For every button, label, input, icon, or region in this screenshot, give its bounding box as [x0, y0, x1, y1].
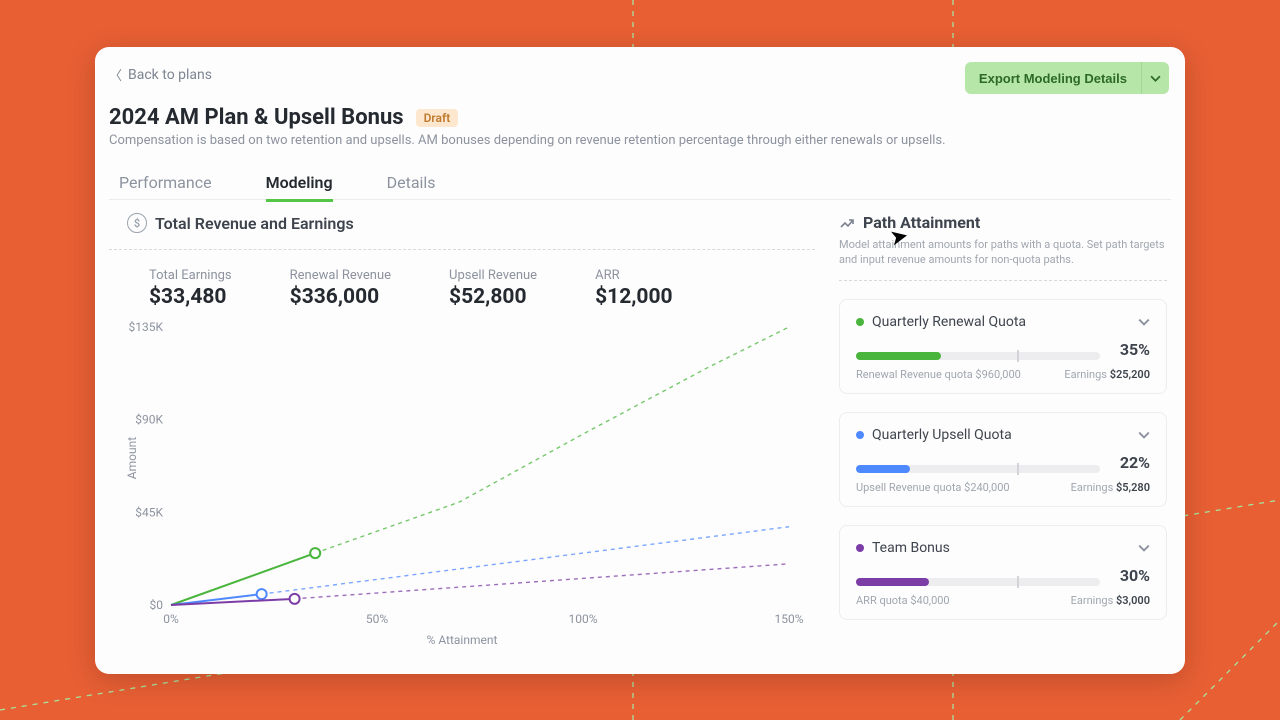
chevron-down-icon[interactable]: [1138, 542, 1150, 554]
export-group: Export Modeling Details: [965, 62, 1169, 94]
back-to-plans-link[interactable]: 〈 Back to plans: [109, 65, 212, 84]
status-badge: Draft: [416, 109, 459, 127]
earnings-text: Earnings $3,000: [1071, 594, 1150, 607]
revenue-section-title: $ Total Revenue and Earnings: [109, 213, 815, 233]
series-dot-icon: [856, 544, 864, 552]
svg-text:$0: $0: [150, 598, 164, 612]
kpi-total-earnings: Total Earnings $33,480: [149, 268, 232, 309]
progress-bar[interactable]: [856, 578, 1100, 586]
path-name: Quarterly Renewal Quota: [872, 314, 1130, 330]
kpi-label: Renewal Revenue: [290, 268, 391, 283]
svg-text:$135K: $135K: [128, 321, 163, 334]
chevron-down-icon: [1150, 73, 1161, 84]
earnings-text: Earnings $25,200: [1064, 368, 1150, 381]
path-card-team[interactable]: Team Bonus 30% ARR quota $40,000 Earnings $…: [839, 525, 1167, 620]
svg-text:$45K: $45K: [135, 505, 163, 519]
page-title-row: 2024 AM Plan & Upsell Bonus Draft: [109, 105, 458, 130]
kpi-label: Total Earnings: [149, 268, 232, 283]
back-label: Back to plans: [128, 67, 212, 83]
trend-up-icon: [839, 215, 855, 231]
tab-details[interactable]: Details: [387, 165, 436, 199]
tab-modeling[interactable]: Modeling: [266, 165, 333, 202]
chevron-left-icon: 〈: [109, 65, 122, 84]
chart-svg: $0 $45K $90K $135K 0% 50% 100% 150%: [109, 321, 815, 651]
revenue-title-text: Total Revenue and Earnings: [155, 214, 354, 233]
app-card: 〈 Back to plans Export Modeling Details …: [95, 47, 1185, 674]
path-percent: 22%: [1110, 453, 1150, 472]
kpi-value: $33,480: [149, 285, 232, 309]
quota-text: ARR quota $40,000: [856, 594, 950, 607]
attainment-chart: Amount $0$45K$90K$135K0%50%100%150% % At…: [109, 321, 815, 651]
kpi-label: Upsell Revenue: [449, 268, 537, 283]
kpi-arr: ARR $12,000: [595, 268, 672, 309]
path-name: Team Bonus: [872, 540, 1130, 556]
kpi-value: $12,000: [595, 285, 672, 309]
chevron-down-icon[interactable]: [1138, 429, 1150, 441]
svg-text:150%: 150%: [774, 612, 803, 626]
kpi-row: Total Earnings $33,480 Renewal Revenue $…: [109, 250, 815, 309]
tab-performance[interactable]: Performance: [119, 165, 212, 199]
kpi-value: $52,800: [449, 285, 537, 309]
kpi-renewal-revenue: Renewal Revenue $336,000: [290, 268, 391, 309]
quota-text: Renewal Revenue quota $960,000: [856, 368, 1021, 381]
path-subtitle: Model attainment amounts for paths with …: [839, 238, 1167, 268]
svg-text:0%: 0%: [163, 612, 179, 626]
kpi-value: $336,000: [290, 285, 391, 309]
path-title: Path Attainment: [863, 213, 980, 232]
svg-text:$90K: $90K: [135, 413, 163, 427]
page-title: 2024 AM Plan & Upsell Bonus: [109, 105, 404, 130]
divider: [839, 280, 1167, 281]
progress-bar[interactable]: [856, 465, 1100, 473]
path-percent: 35%: [1110, 340, 1150, 359]
path-name: Quarterly Upsell Quota: [872, 427, 1130, 443]
path-attainment-section: Path Attainment Model attainment amounts…: [839, 213, 1167, 620]
chart-x-axis-label: % Attainment: [109, 633, 815, 647]
export-modeling-button[interactable]: Export Modeling Details: [965, 62, 1141, 94]
chevron-down-icon[interactable]: [1138, 316, 1150, 328]
export-dropdown-toggle[interactable]: [1141, 62, 1169, 94]
svg-text:50%: 50%: [366, 612, 388, 626]
kpi-label: ARR: [595, 268, 672, 283]
earnings-text: Earnings $5,280: [1071, 481, 1150, 494]
path-card-upsell[interactable]: Quarterly Upsell Quota 22% Upsell Revenue …: [839, 412, 1167, 507]
series-dot-icon: [856, 431, 864, 439]
dollar-icon: $: [127, 213, 147, 233]
page-subtitle: Compensation is based on two retention a…: [109, 133, 946, 148]
tabs: Performance Modeling Details: [109, 165, 1171, 200]
kpi-upsell-revenue: Upsell Revenue $52,800: [449, 268, 537, 309]
path-percent: 30%: [1110, 566, 1150, 585]
series-dot-icon: [856, 318, 864, 326]
path-card-renewal[interactable]: Quarterly Renewal Quota 35% Renewal Revenu…: [839, 299, 1167, 394]
revenue-section: $ Total Revenue and Earnings Total Earni…: [109, 213, 815, 651]
svg-text:100%: 100%: [568, 612, 597, 626]
quota-text: Upsell Revenue quota $240,000: [856, 481, 1010, 494]
progress-bar[interactable]: [856, 352, 1100, 360]
